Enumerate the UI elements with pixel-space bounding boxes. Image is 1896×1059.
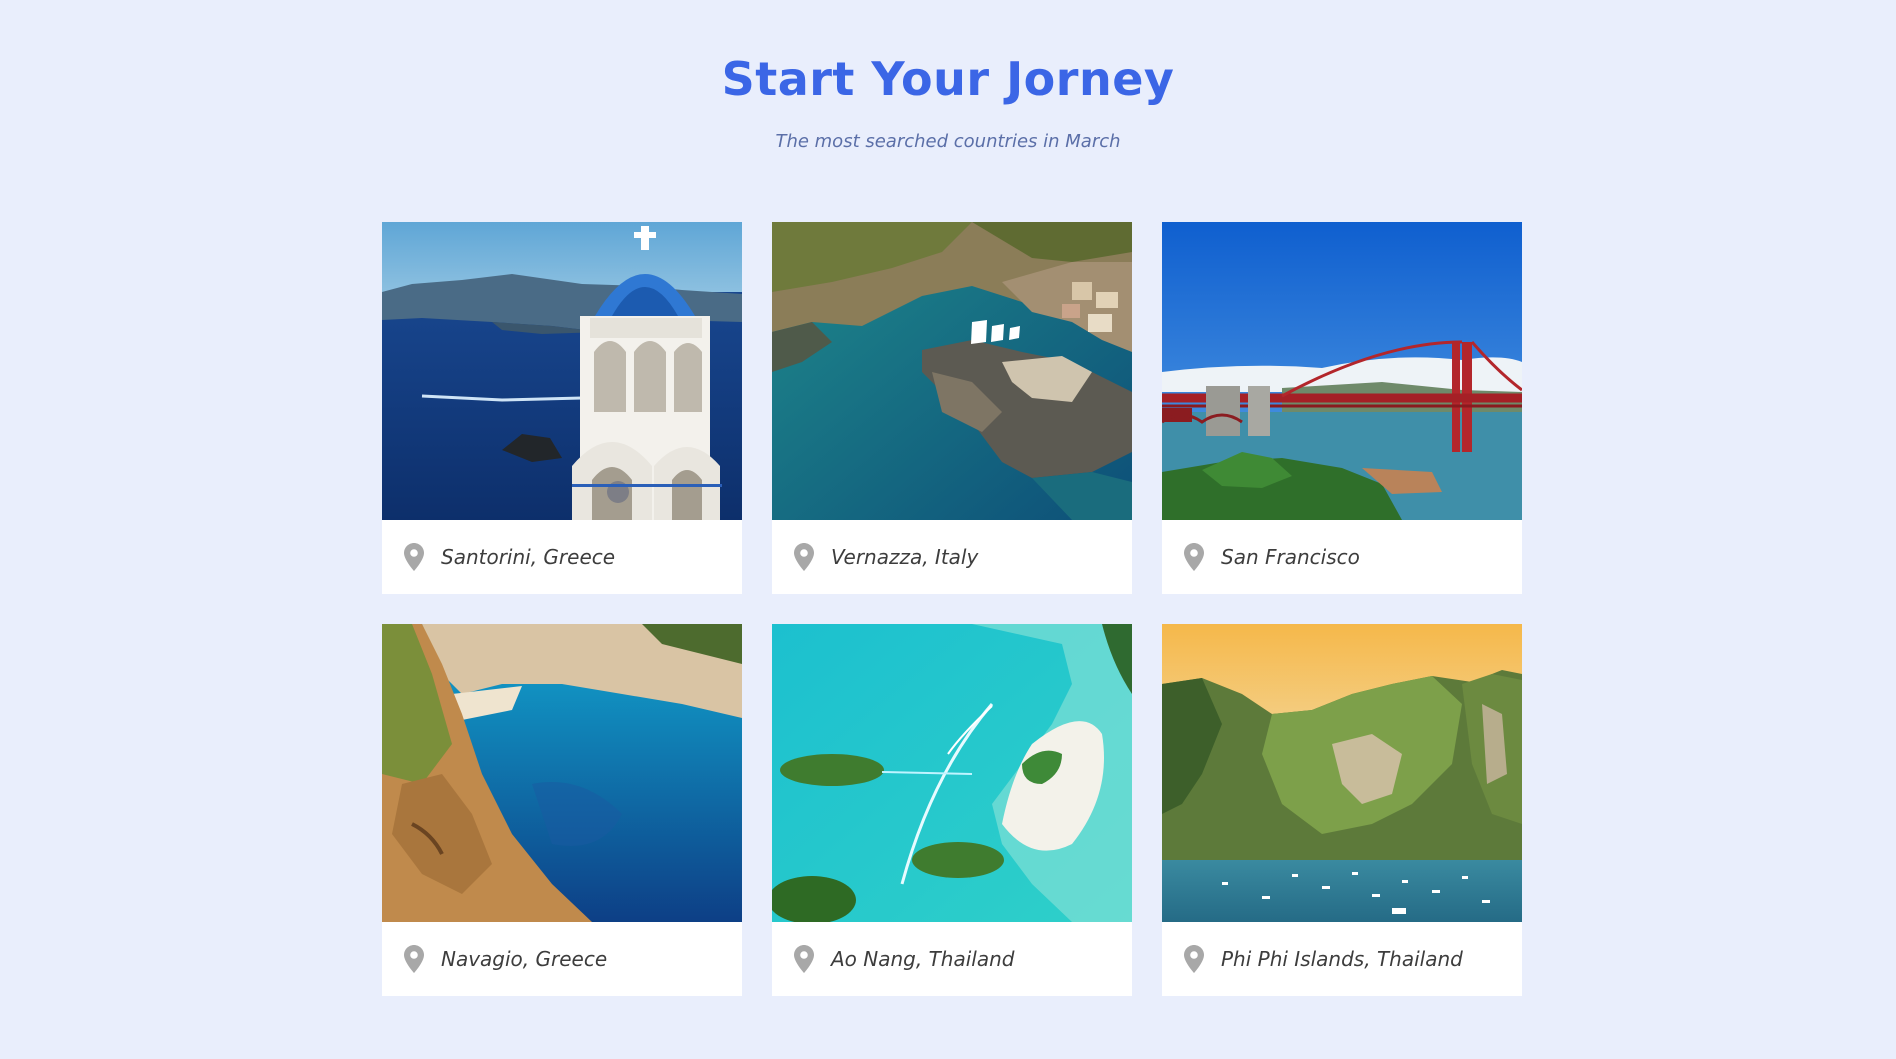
destination-card-santorini[interactable]: Santorini, Greece [382,222,742,594]
map-pin-icon [1184,945,1204,973]
phi-phi-photo [1162,624,1522,922]
destination-caption: Vernazza, Italy [772,520,1132,594]
destination-card-navagio[interactable]: Navagio, Greece [382,624,742,996]
map-pin-icon [1184,543,1204,571]
map-pin-icon [794,543,814,571]
destination-name: Ao Nang, Thailand [831,947,1015,971]
map-pin-icon [404,945,424,973]
golden-gate-photo [1162,222,1522,520]
map-pin-icon [404,543,424,571]
page-title: Start Your Jorney [721,52,1175,106]
page-subtitle: The most searched countries in March [775,131,1121,152]
destination-caption: Ao Nang, Thailand [772,922,1132,996]
destination-card-vernazza[interactable]: Vernazza, Italy [772,222,1132,594]
santorini-photo [382,222,742,520]
ao-nang-photo [772,624,1132,922]
destination-caption: Santorini, Greece [382,520,742,594]
destination-name: Phi Phi Islands, Thailand [1221,947,1463,971]
destination-card-ao-nang[interactable]: Ao Nang, Thailand [772,624,1132,996]
destination-name: San Francisco [1221,545,1360,569]
destination-name: Vernazza, Italy [831,545,979,569]
destination-card-san-francisco[interactable]: San Francisco [1162,222,1522,594]
vernazza-photo [772,222,1132,520]
destination-card-phi-phi[interactable]: Phi Phi Islands, Thailand [1162,624,1522,996]
destination-grid: Santorini, Greece Vernazza, Italy San Fr… [382,222,1522,996]
destination-caption: San Francisco [1162,520,1522,594]
destination-name: Navagio, Greece [441,947,608,971]
map-pin-icon [794,945,814,973]
destination-name: Santorini, Greece [441,545,616,569]
destination-caption: Navagio, Greece [382,922,742,996]
destination-caption: Phi Phi Islands, Thailand [1162,922,1522,996]
navagio-photo [382,624,742,922]
journey-section: Start Your Jorney The most searched coun… [0,0,1896,1059]
